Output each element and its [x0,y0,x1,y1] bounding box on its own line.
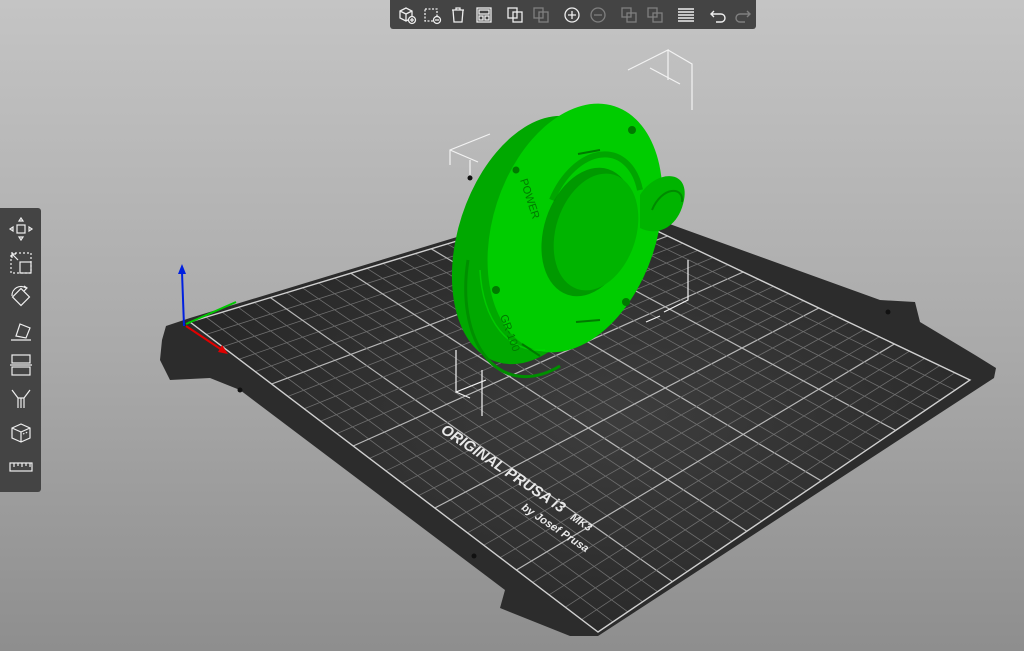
scale-icon [9,252,32,274]
layers-icon [678,7,695,22]
seam-painting-icon [10,423,31,443]
place-on-face-tool-button[interactable] [5,314,37,348]
move-icon [8,216,33,242]
delete-all-button[interactable] [420,3,446,27]
copy-icon [507,6,523,23]
arrange-icon [475,6,492,23]
layers-editing-button[interactable] [673,3,699,27]
split-objects-icon [621,6,637,23]
copy-button[interactable] [502,3,528,27]
measure-icon [8,462,33,472]
undo-icon [709,10,726,23]
top-toolbar [390,0,756,29]
3d-viewport[interactable]: ORIGINAL PRUSA i3 MK3 by Josef Prusa POW… [0,0,1024,651]
undo-button[interactable] [705,3,731,27]
add-instance-icon [564,6,580,23]
delete-button[interactable] [445,3,471,27]
scale-tool-button[interactable] [5,246,37,280]
place-on-face-icon [10,323,31,341]
axis-z [181,271,185,327]
support-painting-tool-button[interactable] [5,382,37,416]
arrange-button[interactable] [471,3,497,27]
split-parts-icon [647,6,663,23]
redo-icon [735,10,752,23]
add-cube-icon [399,6,416,24]
rotate-icon [10,285,30,307]
paste-icon [532,6,549,23]
measure-tool-button[interactable] [5,450,37,484]
add-instance-button[interactable] [559,3,585,27]
remove-instance-icon [589,6,606,23]
trash-icon [451,6,464,23]
left-toolbar [0,208,41,492]
delete-dashed-cube-icon [424,7,442,24]
redo-button[interactable] [730,3,756,27]
move-tool-button[interactable] [5,212,37,246]
rotate-tool-button[interactable] [5,280,37,314]
cut-tool-button[interactable] [5,348,37,382]
add-button[interactable] [394,3,420,27]
seam-painting-tool-button[interactable] [5,416,37,450]
paste-button[interactable] [528,3,554,27]
remove-instance-button[interactable] [585,3,611,27]
support-painting-icon [11,389,30,408]
split-objects-button[interactable] [616,3,642,27]
split-parts-button[interactable] [642,3,668,27]
cut-icon [9,354,32,376]
